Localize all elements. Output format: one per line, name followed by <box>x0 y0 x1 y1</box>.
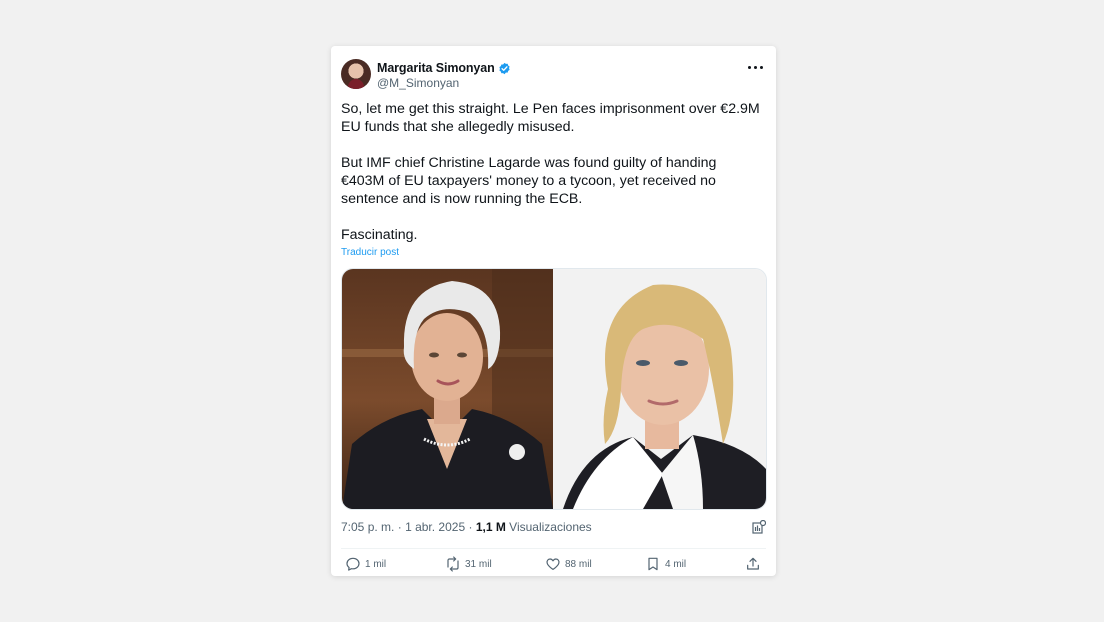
photo-le-pen[interactable] <box>553 269 766 509</box>
tweet-paragraph: Fascinating. <box>341 227 418 243</box>
post-time[interactable]: 7:05 p. m. <box>341 520 394 534</box>
tweet-text: So, let me get this straight. Le Pen fac… <box>341 100 761 262</box>
photo-lagarde[interactable] <box>342 269 553 509</box>
tweet-meta: 7:05 p. m. · 1 abr. 2025 · 1,1 M Visuali… <box>341 520 592 534</box>
tweet-paragraph: But IMF chief Christine Lagarde was foun… <box>341 155 717 207</box>
like-button[interactable]: 88 mil <box>545 556 592 572</box>
tweet-paragraph: So, let me get this straight. Le Pen fac… <box>341 101 760 135</box>
reply-count: 1 mil <box>365 558 387 570</box>
views-count: 1,1 M <box>475 520 506 534</box>
like-count: 88 mil <box>565 558 592 570</box>
tweet-card: Margarita Simonyan @M_Simonyan So, let m… <box>331 46 776 576</box>
reply-icon <box>346 557 360 571</box>
reply-button[interactable]: 1 mil <box>345 556 386 572</box>
repost-icon <box>447 556 459 572</box>
views-label: Visualizaciones <box>509 520 592 534</box>
repost-button[interactable]: 31 mil <box>445 556 492 572</box>
repost-count: 31 mil <box>465 558 492 570</box>
bookmark-count: 4 mil <box>665 558 687 570</box>
tweet-actions: 1 mil 31 mil 88 mil 4 mil <box>331 556 776 576</box>
like-icon <box>546 558 560 570</box>
analytics-icon[interactable] <box>752 520 766 534</box>
meta-separator: · <box>468 520 476 534</box>
portrait-illustration <box>563 284 766 509</box>
bookmark-button[interactable]: 4 mil <box>645 556 686 572</box>
share-button[interactable] <box>745 556 765 572</box>
verified-badge-icon <box>499 62 510 74</box>
author-name[interactable]: Margarita Simonyan <box>377 61 495 75</box>
bookmark-icon <box>648 557 658 571</box>
meta-separator: · <box>397 520 406 534</box>
share-icon <box>747 557 759 570</box>
tweet-media[interactable] <box>341 268 767 510</box>
author-name-row: Margarita Simonyan <box>377 61 511 75</box>
avatar[interactable] <box>341 59 371 89</box>
tweet-header: Margarita Simonyan @M_Simonyan <box>341 59 766 91</box>
author-handle[interactable]: @M_Simonyan <box>377 76 459 90</box>
portrait-illustration <box>342 269 553 509</box>
post-date[interactable]: 1 abr. 2025 <box>405 520 465 534</box>
divider <box>341 548 766 549</box>
more-options-icon[interactable] <box>748 61 764 73</box>
translate-post-link[interactable]: Traducir post <box>341 247 399 258</box>
